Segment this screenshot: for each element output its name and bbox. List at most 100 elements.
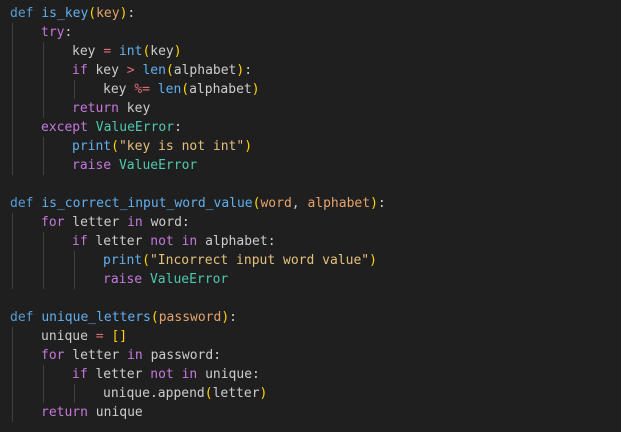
code-token: )	[173, 44, 182, 59]
code-token: (	[88, 6, 97, 21]
indent-guide	[43, 61, 44, 80]
code-token: ,	[291, 196, 308, 211]
code-line[interactable]: if letter not in unique:	[72, 365, 260, 384]
code-token: in	[181, 234, 198, 249]
code-token: (	[204, 386, 213, 401]
code-line[interactable]: def is_correct_input_word_value(word, al…	[10, 194, 386, 213]
code-token: letter	[64, 348, 128, 363]
code-line[interactable]: for letter in word:	[41, 213, 190, 232]
code-line[interactable]: unique.append(letter)	[103, 384, 267, 403]
code-token: letter	[87, 367, 151, 382]
code-line[interactable]: if key > len(alphabet):	[72, 61, 252, 80]
code-line[interactable]: return unique	[41, 403, 143, 422]
indent-guide	[12, 42, 13, 61]
code-token: :	[127, 6, 136, 21]
indent-guide	[12, 403, 13, 422]
code-token: )	[259, 386, 268, 401]
indent-guide	[12, 346, 13, 365]
indent-guide	[12, 23, 13, 42]
code-token: word	[260, 196, 292, 211]
indent-guide	[43, 137, 44, 156]
code-line[interactable]: if letter not in alphabet:	[72, 232, 276, 251]
code-line[interactable]: try:	[41, 23, 72, 42]
code-line[interactable]: key = int(key)	[72, 42, 182, 61]
code-token: print	[103, 253, 143, 268]
code-token: :	[244, 63, 253, 78]
indent-guide	[74, 384, 75, 403]
indent-guide	[12, 327, 13, 346]
code-token: (	[150, 310, 159, 325]
code-line[interactable]: for letter in password:	[41, 346, 221, 365]
code-token: ValueError	[95, 120, 175, 135]
indent-guide	[74, 80, 75, 99]
code-token: word:	[142, 215, 190, 230]
indent-guide	[12, 251, 13, 270]
code-token: unique	[87, 405, 143, 420]
code-token: []	[111, 329, 128, 344]
code-token: raise	[103, 272, 143, 287]
code-token: if	[72, 234, 88, 249]
code-line[interactable]: except ValueError:	[41, 118, 182, 137]
code-token: print	[72, 139, 112, 154]
code-line[interactable]: raise ValueError	[103, 270, 228, 289]
code-line[interactable]: print("key is not int")	[72, 137, 252, 156]
code-token: letter	[64, 215, 128, 230]
code-editor[interactable]: def is_key(key): try: key = int(key) if key…	[0, 0, 621, 432]
code-token: (	[165, 63, 174, 78]
code-token: key	[96, 6, 120, 21]
code-line[interactable]: def is_key(key):	[10, 4, 135, 23]
indent-guide	[12, 61, 13, 80]
code-token: not	[150, 234, 174, 249]
code-token: key	[72, 44, 96, 59]
code-token: not	[150, 367, 174, 382]
code-token: =	[103, 44, 112, 59]
code-token: def	[10, 196, 34, 211]
code-token: in	[127, 215, 143, 230]
indent-guide	[43, 384, 44, 403]
code-token: key	[87, 63, 127, 78]
indent-guide	[43, 365, 44, 384]
code-token: password:	[142, 348, 222, 363]
code-line[interactable]: raise ValueError	[72, 156, 197, 175]
code-token: key	[118, 101, 151, 116]
code-line[interactable]: key %= len(alphabet)	[103, 80, 260, 99]
code-token: )	[221, 310, 230, 325]
code-token: :	[229, 310, 237, 325]
indent-guide	[12, 365, 13, 384]
code-line[interactable]: return key	[72, 99, 150, 118]
code-token: is_correct_input_word_value	[41, 196, 253, 211]
indent-guide	[43, 251, 44, 270]
indent-guide	[43, 232, 44, 251]
code-token: alphabet	[173, 63, 237, 78]
code-token: key	[103, 82, 135, 97]
code-token: raise	[72, 158, 112, 173]
indent-guide	[12, 118, 13, 137]
code-token: in	[181, 367, 198, 382]
code-token: %=	[134, 82, 150, 97]
indent-guide	[43, 42, 44, 61]
code-token: except	[41, 120, 88, 135]
indent-guide	[43, 80, 44, 99]
code-line[interactable]: def unique_letters(password):	[10, 308, 237, 327]
code-token: unique	[41, 329, 96, 344]
code-token: >	[126, 63, 135, 78]
code-token: len	[157, 82, 182, 97]
code-token: return	[41, 405, 88, 420]
code-token: ValueError	[118, 158, 198, 173]
code-token: try	[41, 25, 65, 40]
indent-guide	[74, 251, 75, 270]
code-line[interactable]: unique = []	[41, 327, 127, 346]
indent-guide	[12, 80, 13, 99]
code-token: def	[10, 6, 34, 21]
indent-guide	[12, 384, 13, 403]
code-token: unique:	[197, 367, 260, 382]
code-line[interactable]: print("Incorrect input word value")	[103, 251, 377, 270]
code-token: :	[377, 196, 386, 211]
code-token: :	[174, 120, 182, 135]
